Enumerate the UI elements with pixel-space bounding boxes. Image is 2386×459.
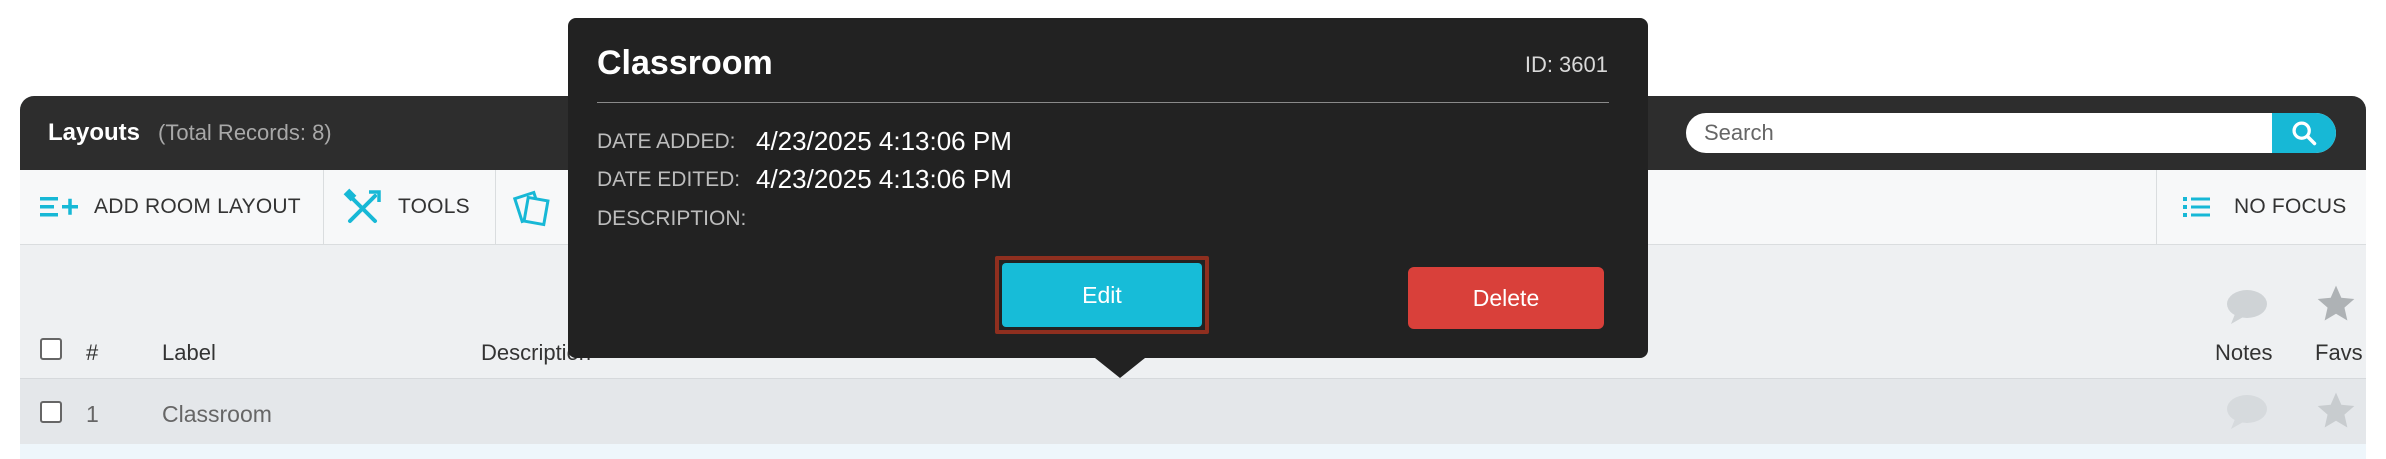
date-edited-label: DATE EDITED: bbox=[597, 168, 741, 191]
row-label[interactable]: Classroom bbox=[162, 401, 272, 428]
col-notes[interactable]: Notes bbox=[2215, 340, 2272, 366]
popover-id: ID: 3601 bbox=[1524, 52, 1608, 77]
tools-button[interactable]: TOOLS bbox=[342, 170, 470, 244]
table-row[interactable] bbox=[20, 444, 2366, 459]
tools-label: TOOLS bbox=[398, 195, 470, 218]
layers-button[interactable] bbox=[512, 170, 552, 244]
select-all-checkbox[interactable] bbox=[40, 338, 62, 360]
comment-icon[interactable] bbox=[2225, 393, 2269, 431]
date-added-value: 4/23/2025 4:13:06 PM bbox=[756, 126, 1012, 156]
total-records: (Total Records: 8) bbox=[158, 120, 332, 145]
search-input[interactable] bbox=[1686, 113, 2284, 153]
popover-arrow bbox=[1095, 358, 1145, 378]
search-button[interactable] bbox=[2272, 113, 2336, 153]
col-label[interactable]: Label bbox=[162, 340, 216, 366]
date-added-label: DATE ADDED: bbox=[597, 130, 736, 153]
search-box bbox=[1686, 113, 2336, 153]
list-add-icon bbox=[40, 197, 78, 217]
row-number: 1 bbox=[86, 401, 99, 427]
toolbar-divider bbox=[323, 170, 324, 244]
delete-button[interactable]: Delete bbox=[1408, 267, 1604, 329]
add-room-layout-button[interactable]: ADD ROOM LAYOUT bbox=[38, 170, 301, 244]
no-focus-label: NO FOCUS bbox=[2234, 195, 2347, 218]
star-icon[interactable] bbox=[2314, 389, 2358, 433]
popover-divider bbox=[597, 102, 1609, 103]
comment-icon bbox=[2227, 290, 2267, 324]
toolbar-divider bbox=[495, 170, 496, 244]
layout-popover: Classroom ID: 3601 DATE ADDED: 4/23/2025… bbox=[568, 18, 1648, 358]
search-icon bbox=[2292, 121, 2317, 146]
popover-title: Classroom bbox=[597, 44, 773, 82]
panel-title: Layouts bbox=[48, 119, 141, 146]
star-icon bbox=[2317, 285, 2355, 321]
edit-button[interactable]: Edit bbox=[1002, 263, 1202, 327]
toolbar-divider bbox=[2156, 170, 2157, 244]
description-label: DESCRIPTION: bbox=[597, 207, 747, 230]
col-favs[interactable]: Favs bbox=[2315, 340, 2363, 366]
layers-icon bbox=[512, 190, 550, 227]
date-edited-value: 4/23/2025 4:13:06 PM bbox=[756, 164, 1012, 194]
table-row[interactable]: 1 Classroom bbox=[20, 378, 2366, 445]
row-checkbox[interactable] bbox=[40, 401, 62, 423]
add-room-layout-label: ADD ROOM LAYOUT bbox=[94, 195, 301, 218]
list-icon bbox=[2183, 197, 2210, 217]
no-focus-button[interactable]: NO FOCUS bbox=[2182, 170, 2346, 244]
col-number: # bbox=[86, 340, 99, 365]
tools-icon bbox=[343, 188, 381, 223]
